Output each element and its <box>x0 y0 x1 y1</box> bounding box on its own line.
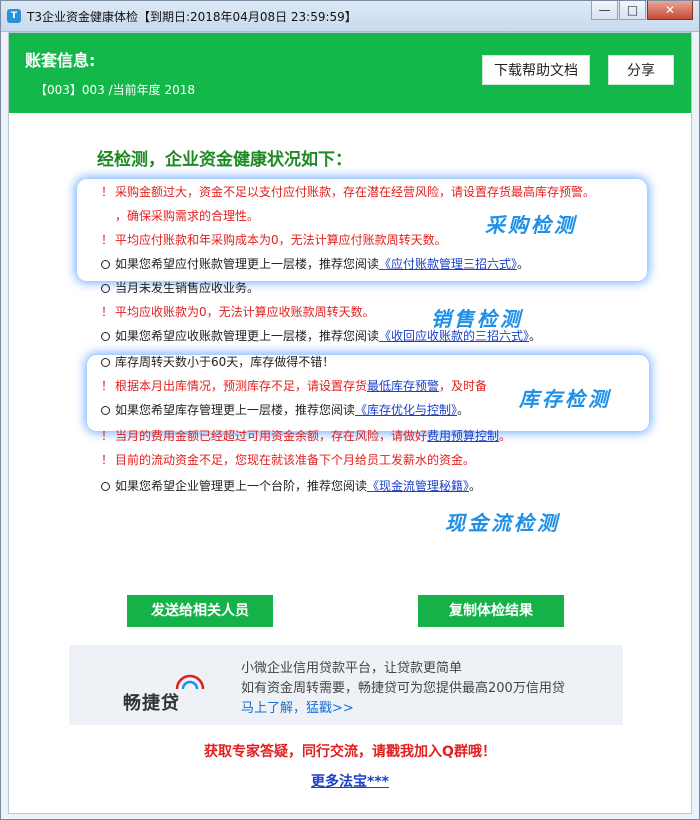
recommended-article-link[interactable]: 《应付账款管理三招六式》 <box>379 257 517 271</box>
info-circle-icon <box>101 358 110 367</box>
result-text: 目前的流动资金不足，您现在就该准备下个月给员工发薪水的资金。 <box>115 453 476 467</box>
result-suffix: 。 <box>457 403 470 417</box>
result-line: ！根据本月出库情况，预测库存不足，请设置存货最低库存预警，及时备 <box>99 377 487 395</box>
result-line: 如果您希望应付账款管理更上一层楼，推荐您阅读《应付账款管理三招六式》。 <box>99 255 529 273</box>
purchase-tag: 采购检测 <box>485 213 577 237</box>
minimize-button[interactable]: — <box>591 1 618 20</box>
result-line: 如果您希望企业管理更上一个台阶，推荐您阅读《现金流管理秘籍》。 <box>99 477 481 495</box>
result-line: 当月未发生销售应收业务。 <box>99 279 259 297</box>
recommended-article-link[interactable]: 《库存优化与控制》 <box>355 403 457 417</box>
result-text: 采购金额过大，资金不足以支付应付账款，存在潜在经营风险，请设置存货最高库存预警。 <box>115 185 596 199</box>
result-suffix: 。 <box>529 329 542 343</box>
warning-icon: ！ <box>100 305 113 319</box>
result-line: ！当月的费用金额已经超过可用资金余额，存在风险，请做好费用预算控制。 <box>99 427 511 445</box>
result-line: 如果您希望库存管理更上一层楼，推荐您阅读《库存优化与控制》。 <box>99 401 469 419</box>
result-suffix: 。 <box>499 429 512 443</box>
maximize-button[interactable]: □ <box>619 1 646 20</box>
main-content: 账套信息: 【003】003 /当前年度 2018 下载帮助文档 分享 经检测，… <box>8 32 692 814</box>
ad-learn-more-link[interactable]: 马上了解，猛戳>> <box>241 697 354 716</box>
info-circle-icon <box>101 284 110 293</box>
result-line: ！平均应收账款为0，无法计算应收账款周转天数。 <box>99 303 375 321</box>
result-text: 当月的费用金额已经超过可用资金余额，存在风险，请做好 <box>115 429 428 443</box>
result-text: 如果您希望库存管理更上一层楼，推荐您阅读 <box>115 403 356 417</box>
result-text: 库存周转天数小于60天，库存做得不错！ <box>115 355 335 369</box>
join-qq-group-link[interactable]: 获取专家答疑，同行交流，请戳我加入Q群哦！ <box>9 741 691 761</box>
window-controls: — □ ✕ <box>590 1 693 21</box>
loan-ad-banner[interactable]: 畅捷贷 小微企业信用贷款平台，让贷款更简单 如有资金周转需要，畅捷贷可为您提供最… <box>69 645 623 725</box>
result-suffix: ，及时备 <box>439 379 488 393</box>
send-to-staff-button[interactable]: 发送给相关人员 <box>127 595 273 627</box>
warning-icon: ！ <box>100 429 113 443</box>
result-line: 库存周转天数小于60天，库存做得不错！ <box>99 353 334 371</box>
recommended-article-link[interactable]: 费用预算控制 <box>427 429 499 443</box>
account-header: 账套信息: 【003】003 /当前年度 2018 下载帮助文档 分享 <box>9 33 691 113</box>
warning-icon: ！ <box>100 379 113 393</box>
minimize-icon: — <box>598 3 611 17</box>
ad-line-2: 如有资金周转需要，畅捷贷可为您提供最高200万信用贷 <box>241 681 565 696</box>
result-suffix: 。 <box>517 257 530 271</box>
result-heading: 经检测，企业资金健康状况如下： <box>97 150 352 170</box>
cashflow-tag: 现金流检测 <box>445 511 560 535</box>
sales-tag: 销售检测 <box>431 307 523 331</box>
window-title: T3企业资金健康体检【到期日:2018年04月08日 23:59:59】 <box>27 10 357 24</box>
warning-icon: ！ <box>100 453 113 467</box>
download-help-button[interactable]: 下载帮助文档 <box>482 55 590 85</box>
result-line: ，确保采购需求的合理性。 <box>115 207 259 225</box>
close-button[interactable]: ✕ <box>647 1 693 20</box>
result-text: ，确保采购需求的合理性。 <box>115 209 260 223</box>
result-text: 平均应付账款和年采购成本为0，无法计算应付账款周转天数。 <box>115 233 447 247</box>
ad-line-1: 小微企业信用贷款平台，让贷款更简单 <box>241 661 463 676</box>
account-info: 【003】003 /当前年度 2018 <box>35 83 196 97</box>
result-text: 如果您希望企业管理更上一个台阶，推荐您阅读 <box>115 479 368 493</box>
recommended-article-link[interactable]: 《现金流管理秘籍》 <box>367 479 469 493</box>
info-circle-icon <box>101 406 110 415</box>
logo-text: 畅捷贷 <box>123 693 180 714</box>
result-line: ！目前的流动资金不足，您现在就该准备下个月给员工发薪水的资金。 <box>99 451 475 469</box>
inventory-tag: 库存检测 <box>519 387 611 411</box>
warning-icon: ！ <box>100 233 113 247</box>
result-suffix: 。 <box>469 479 482 493</box>
copy-result-button[interactable]: 复制体检结果 <box>418 595 564 627</box>
close-icon: ✕ <box>664 3 676 17</box>
changjiedai-logo: 畅捷贷 <box>123 665 233 715</box>
maximize-icon: □ <box>626 3 639 17</box>
info-circle-icon <box>101 260 110 269</box>
recommended-article-link[interactable]: 最低库存预警 <box>367 379 439 393</box>
account-label: 账套信息: <box>25 51 96 70</box>
share-button[interactable]: 分享 <box>608 55 674 85</box>
title-bar[interactable]: T T3企业资金健康体检【到期日:2018年04月08日 23:59:59】 —… <box>1 1 699 32</box>
result-line: ！平均应付账款和年采购成本为0，无法计算应付账款周转天数。 <box>99 231 447 249</box>
result-text: 根据本月出库情况，预测库存不足，请设置存货 <box>115 379 368 393</box>
app-icon: T <box>7 9 21 23</box>
more-tips-link[interactable]: 更多法宝*** <box>9 771 691 791</box>
result-text: 如果您希望应收账款管理更上一层楼，推荐您阅读 <box>115 329 380 343</box>
app-window: T T3企业资金健康体检【到期日:2018年04月08日 23:59:59】 —… <box>0 0 700 820</box>
result-text: 如果您希望应付账款管理更上一层楼，推荐您阅读 <box>115 257 380 271</box>
warning-icon: ！ <box>100 185 113 199</box>
info-circle-icon <box>101 332 110 341</box>
result-text: 平均应收账款为0，无法计算应收账款周转天数。 <box>115 305 375 319</box>
info-circle-icon <box>101 482 110 491</box>
result-text: 当月未发生销售应收业务。 <box>115 281 260 295</box>
result-line: ！采购金额过大，资金不足以支付应付账款，存在潜在经营风险，请设置存货最高库存预警… <box>99 183 595 201</box>
